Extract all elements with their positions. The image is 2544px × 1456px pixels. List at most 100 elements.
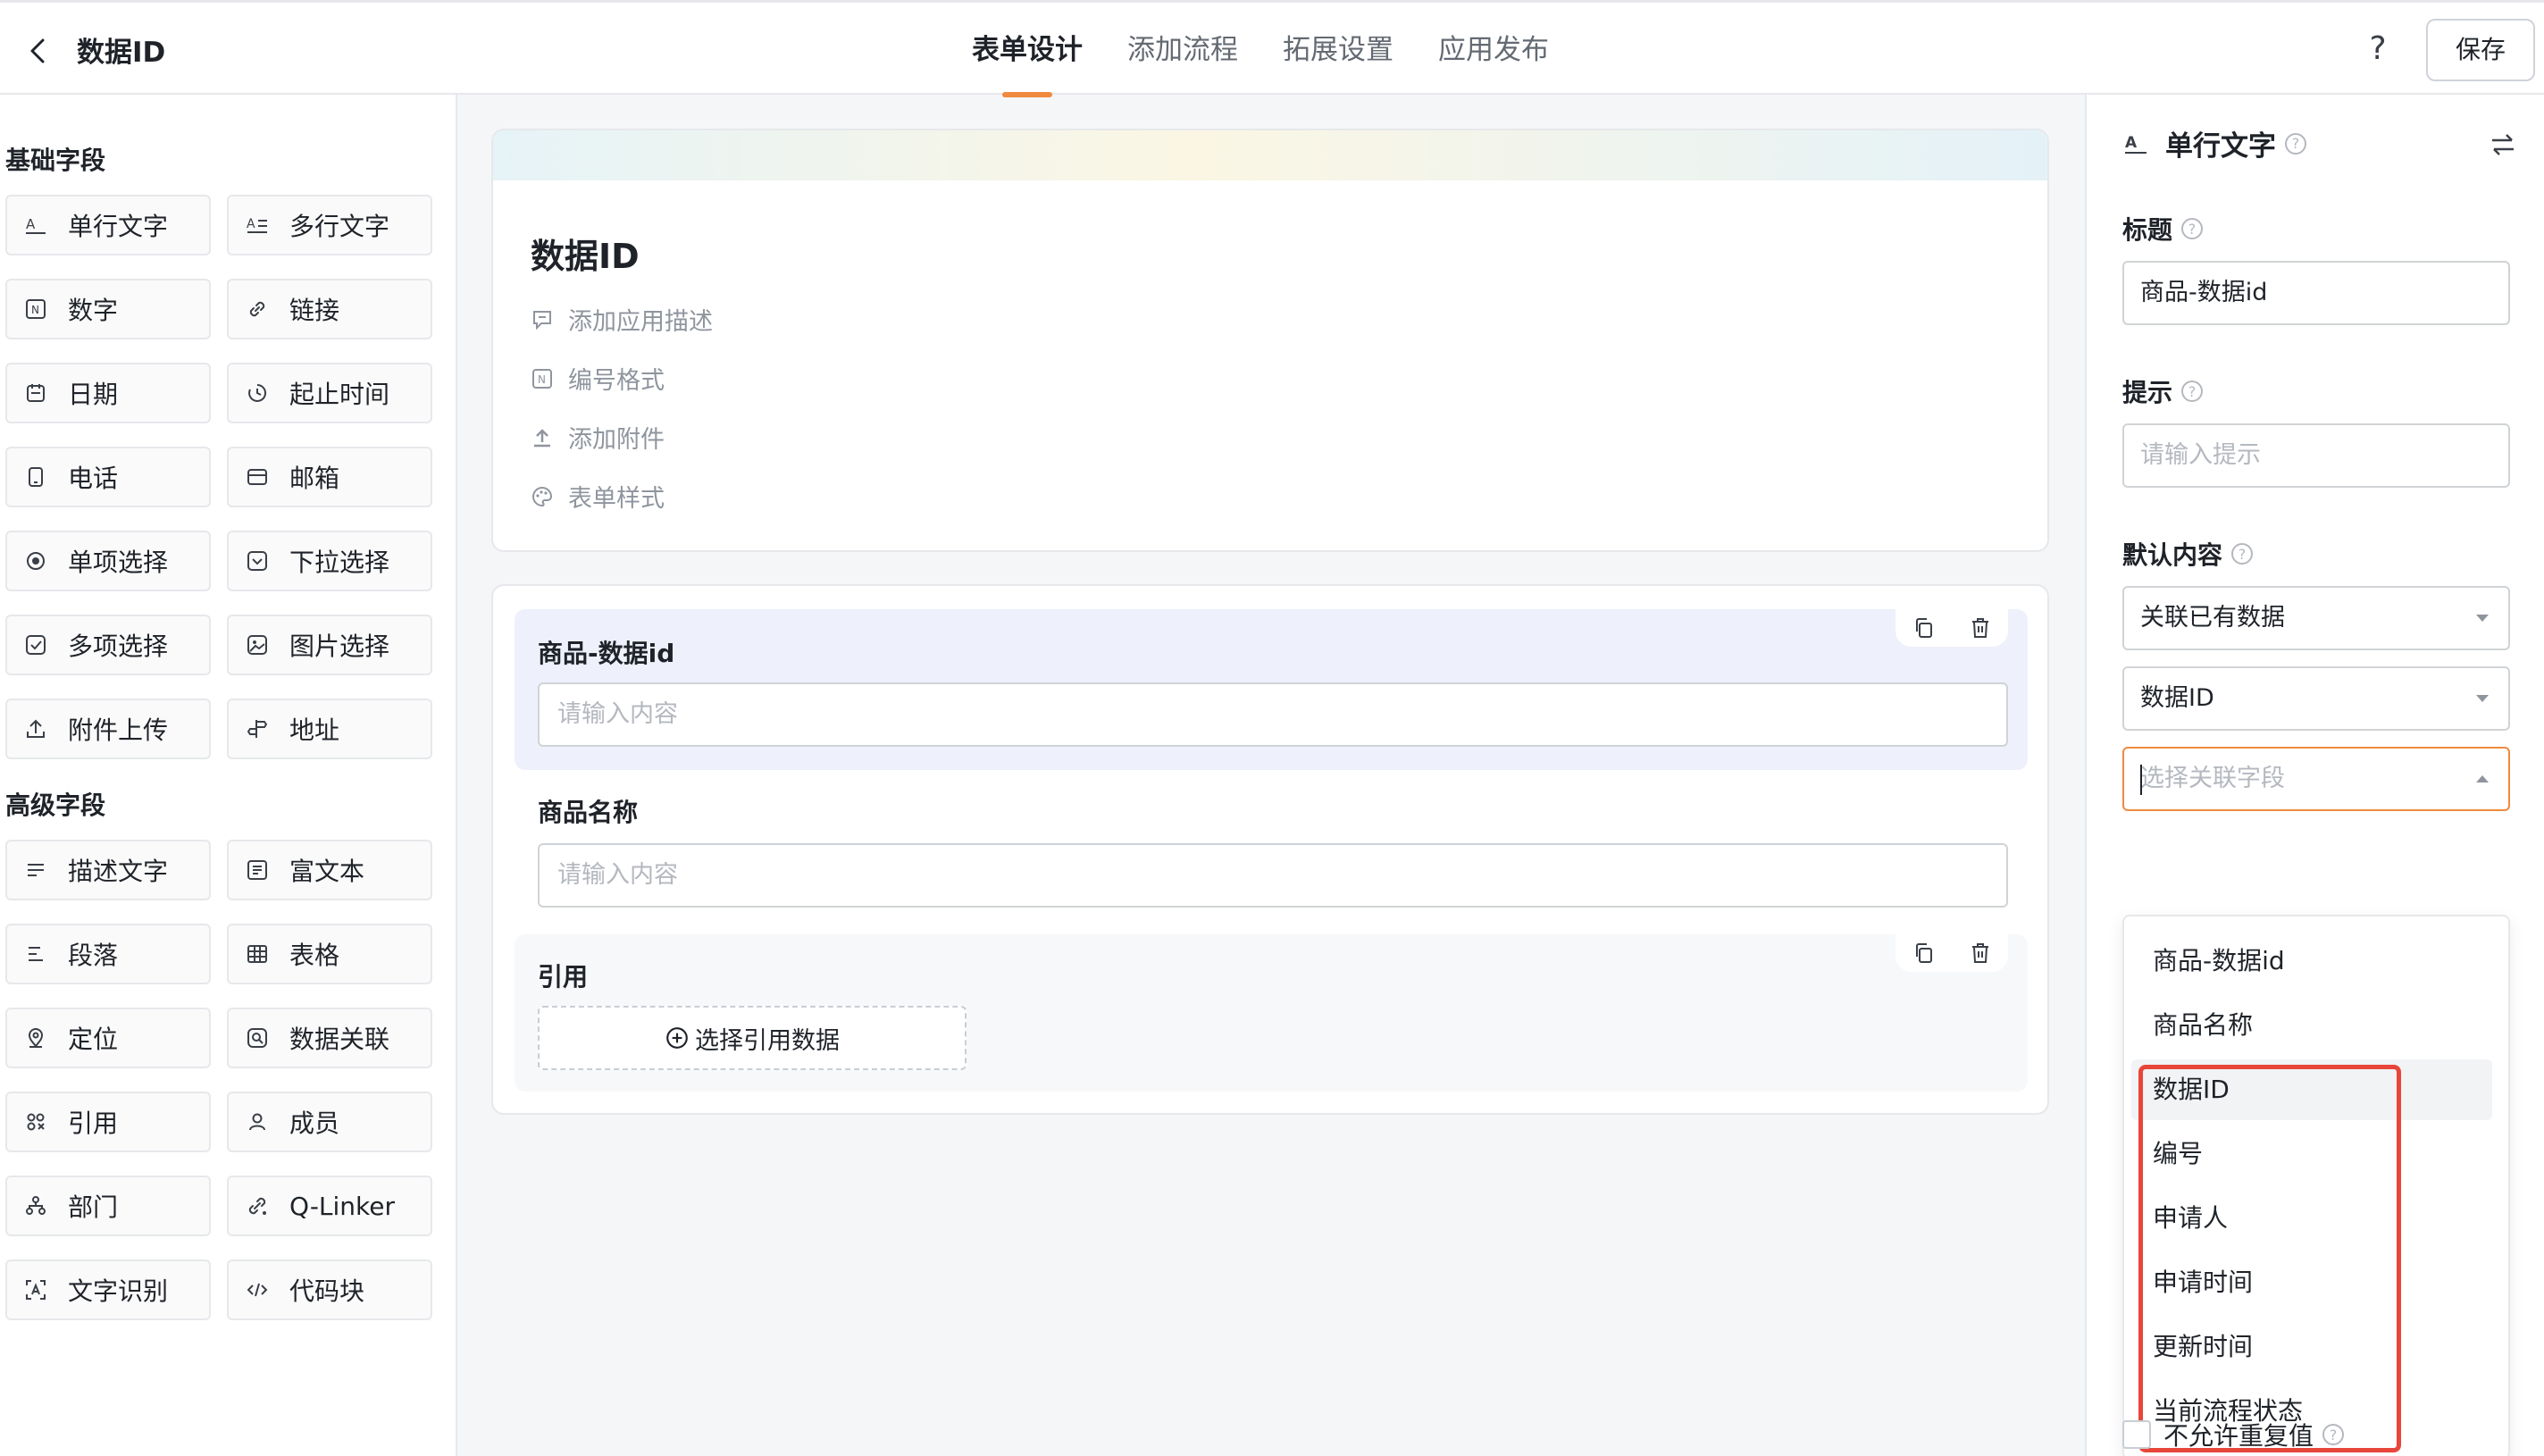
field-ocr[interactable]: 文字识别 bbox=[5, 1259, 211, 1320]
copy-icon[interactable] bbox=[1912, 616, 1936, 640]
table-icon bbox=[245, 941, 270, 966]
form-field-reference[interactable]: 引用 选择引用数据 bbox=[515, 934, 2028, 1092]
field-label: 代码块 bbox=[289, 1276, 365, 1306]
default-content-label: 默认内容? bbox=[2122, 536, 2254, 572]
field-dropdown[interactable]: 下拉选择 bbox=[227, 531, 432, 591]
help-icon[interactable]: ? bbox=[2181, 218, 2204, 239]
field-paragraph[interactable]: 段落 bbox=[5, 924, 211, 984]
field-label: 单项选择 bbox=[68, 548, 169, 577]
svg-text:A: A bbox=[26, 216, 36, 232]
single-line-text-icon: A bbox=[2122, 130, 2149, 157]
hint-input[interactable]: 请输入提示 bbox=[2122, 423, 2510, 488]
help-icon[interactable]: ? bbox=[2285, 132, 2306, 155]
multi-line-text-icon: A bbox=[245, 213, 270, 238]
field-type-label: 单行文字 bbox=[2165, 130, 2276, 163]
field-code-block[interactable]: 代码块 bbox=[227, 1259, 432, 1320]
field-table[interactable]: 表格 bbox=[227, 924, 432, 984]
no-duplicate-checkbox[interactable]: 不允许重复值 ? bbox=[2122, 1417, 2345, 1452]
address-icon bbox=[245, 716, 270, 741]
tab-add-process[interactable]: 添加流程 bbox=[1127, 3, 1238, 97]
field-member[interactable]: 成员 bbox=[227, 1092, 432, 1152]
back-arrow-icon[interactable] bbox=[23, 35, 55, 67]
field-reference[interactable]: 引用 bbox=[5, 1092, 211, 1152]
field-label: 成员 bbox=[289, 1109, 340, 1138]
field-operations bbox=[1895, 934, 2008, 972]
field-label: 多项选择 bbox=[68, 632, 169, 661]
tab-form-design[interactable]: 表单设计 bbox=[972, 3, 1083, 97]
field-rich-text[interactable]: 富文本 bbox=[227, 840, 432, 900]
field-time-range[interactable]: 起止时间 bbox=[227, 363, 432, 423]
field-label: 电话 bbox=[68, 464, 119, 493]
swap-icon[interactable] bbox=[2489, 132, 2517, 157]
delete-icon[interactable] bbox=[1969, 616, 1992, 640]
linked-field-dropdown: 商品-数据id 商品名称 数据ID 编号 申请人 申请时间 更新时间 当前流程状… bbox=[2122, 915, 2510, 1456]
field-label: 链接 bbox=[289, 296, 340, 325]
delete-icon[interactable] bbox=[1969, 941, 1992, 965]
tab-extension-settings[interactable]: 拓展设置 bbox=[1283, 3, 1393, 97]
image-icon bbox=[245, 632, 270, 657]
select-reference-button[interactable]: 选择引用数据 bbox=[538, 1006, 967, 1070]
field-phone[interactable]: 电话 bbox=[5, 447, 211, 507]
field-date[interactable]: 日期 bbox=[5, 363, 211, 423]
help-icon[interactable]: ? bbox=[2360, 29, 2396, 69]
default-mode-select[interactable]: 关联已有数据 bbox=[2122, 586, 2510, 650]
field-data-link[interactable]: 数据关联 bbox=[227, 1008, 432, 1068]
field-checkbox[interactable]: 多项选择 bbox=[5, 615, 211, 675]
field-label: 起止时间 bbox=[289, 380, 390, 409]
form-field[interactable]: 商品名称 请输入内容 bbox=[515, 770, 2028, 931]
field-description[interactable]: 描述文字 bbox=[5, 840, 211, 900]
help-icon[interactable]: ? bbox=[2181, 381, 2204, 402]
field-multi-line-text[interactable]: A 多行文字 bbox=[227, 195, 432, 255]
help-icon[interactable]: ? bbox=[2231, 543, 2254, 565]
add-description[interactable]: 添加应用描述 bbox=[531, 302, 713, 337]
tab-publish[interactable]: 应用发布 bbox=[1438, 3, 1549, 97]
number-icon: N bbox=[531, 367, 554, 390]
field-single-line-text[interactable]: A 单行文字 bbox=[5, 195, 211, 255]
field-label: 定位 bbox=[68, 1025, 119, 1054]
form-field-selected[interactable]: 商品-数据id 请输入内容 bbox=[515, 609, 2028, 770]
field-operations bbox=[1895, 609, 2008, 647]
linked-field-select[interactable]: 选择关联字段 bbox=[2122, 747, 2510, 811]
field-link[interactable]: 链接 bbox=[227, 279, 432, 339]
select-value: 关联已有数据 bbox=[2140, 604, 2285, 632]
linked-form-select[interactable]: 数据ID bbox=[2122, 666, 2510, 731]
field-upload[interactable]: 附件上传 bbox=[5, 699, 211, 759]
dropdown-option[interactable]: 商品-数据id bbox=[2131, 931, 2492, 992]
field-radio[interactable]: 单项选择 bbox=[5, 531, 211, 591]
dropdown-option[interactable]: 商品名称 bbox=[2131, 995, 2492, 1056]
field-label: 数据关联 bbox=[289, 1025, 390, 1054]
field-label: 多行文字 bbox=[289, 212, 390, 241]
field-number[interactable]: N 数字 bbox=[5, 279, 211, 339]
time-range-icon bbox=[245, 381, 270, 406]
field-image-select[interactable]: 图片选择 bbox=[227, 615, 432, 675]
field-label: 单行文字 bbox=[68, 212, 169, 241]
field-q-linker[interactable]: Q-Linker bbox=[227, 1176, 432, 1236]
add-attachment[interactable]: 添加附件 bbox=[531, 420, 665, 455]
field-address[interactable]: 地址 bbox=[227, 699, 432, 759]
field-input[interactable]: 请输入内容 bbox=[538, 682, 2008, 747]
checkbox[interactable] bbox=[2122, 1420, 2151, 1449]
meta-label: 添加附件 bbox=[568, 426, 665, 454]
field-mail[interactable]: 邮箱 bbox=[227, 447, 432, 507]
save-button[interactable]: 保存 bbox=[2426, 19, 2535, 81]
field-palette: 基础字段 A 单行文字 A 多行文字 N 数字 链接 日期 起止时间 电话 邮箱… bbox=[0, 95, 457, 1456]
field-label: 日期 bbox=[68, 380, 119, 409]
copy-icon[interactable] bbox=[1912, 941, 1936, 965]
number-format[interactable]: N 编号格式 bbox=[531, 361, 665, 396]
field-department[interactable]: 部门 bbox=[5, 1176, 211, 1236]
form-style[interactable]: 表单样式 bbox=[531, 479, 665, 514]
checkbox-icon bbox=[23, 632, 48, 657]
field-location[interactable]: 定位 bbox=[5, 1008, 211, 1068]
field-input[interactable]: 请输入内容 bbox=[538, 843, 2008, 908]
upload-icon bbox=[531, 426, 554, 449]
properties-header: A 单行文字 ? bbox=[2122, 123, 2306, 163]
field-label: 数字 bbox=[68, 296, 119, 325]
title-input[interactable]: 商品-数据id bbox=[2122, 261, 2510, 325]
main-tabs: 表单设计 添加流程 拓展设置 应用发布 bbox=[972, 3, 1549, 97]
code-icon bbox=[245, 1277, 270, 1302]
department-icon bbox=[23, 1193, 48, 1218]
select-value: 数据ID bbox=[2140, 684, 2214, 712]
form-title[interactable]: 数据ID bbox=[531, 229, 640, 278]
help-icon[interactable]: ? bbox=[2322, 1424, 2345, 1445]
svg-text:N: N bbox=[31, 304, 39, 316]
